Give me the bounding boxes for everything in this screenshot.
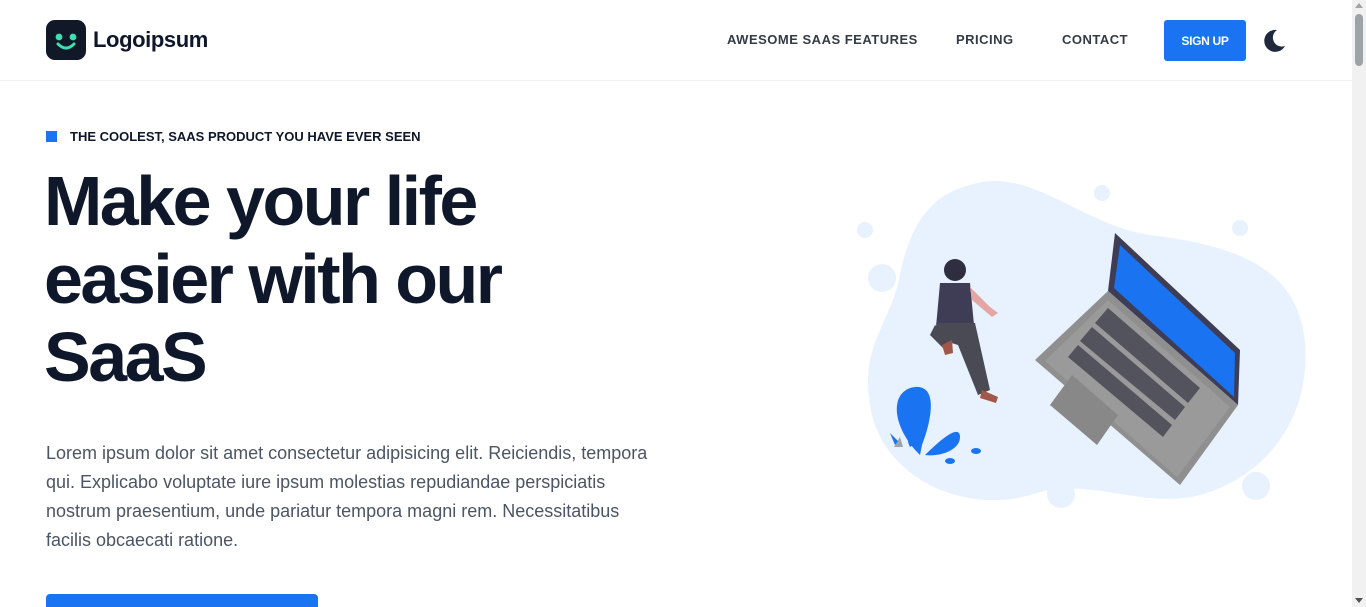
eyebrow-text: THE COOLEST, SAAS PRODUCT YOU HAVE EVER … [70,129,421,144]
hero-eyebrow: THE COOLEST, SAAS PRODUCT YOU HAVE EVER … [46,129,421,144]
page-scrollbar[interactable] [1352,0,1366,607]
decor-circle [1047,480,1075,508]
logo-link[interactable]: Logoipsum [46,20,208,60]
decor-circle [1242,472,1270,500]
cta-button[interactable] [46,594,318,607]
nav-link-contact[interactable]: CONTACT [1062,32,1128,47]
decor-circle [1232,220,1248,236]
nav-link-pricing[interactable]: PRICING [956,32,1014,47]
scroll-thumb[interactable] [1355,14,1363,66]
logo-icon [46,20,86,60]
decor-circle [1094,185,1110,201]
decor-circle [868,264,896,292]
hero-description: Lorem ipsum dolor sit amet consectetur a… [46,443,648,550]
eyebrow-square-icon [46,131,57,142]
moon-icon[interactable] [1260,27,1288,55]
decor-circle [857,222,873,238]
logo-text: Logoipsum [93,27,208,52]
scroll-up-arrow-icon[interactable] [1355,3,1363,8]
sign-up-button[interactable]: SIGN UP [1164,20,1246,61]
site-header: Logoipsum AWESOME SAAS FEATURES PRICING … [0,0,1352,81]
hero-illustration [857,180,1306,508]
nav-link-features[interactable]: AWESOME SAAS FEATURES [727,32,918,47]
scroll-down-arrow-icon[interactable] [1355,598,1363,603]
hero-title: Make your life easier with our SaaS [44,162,503,396]
